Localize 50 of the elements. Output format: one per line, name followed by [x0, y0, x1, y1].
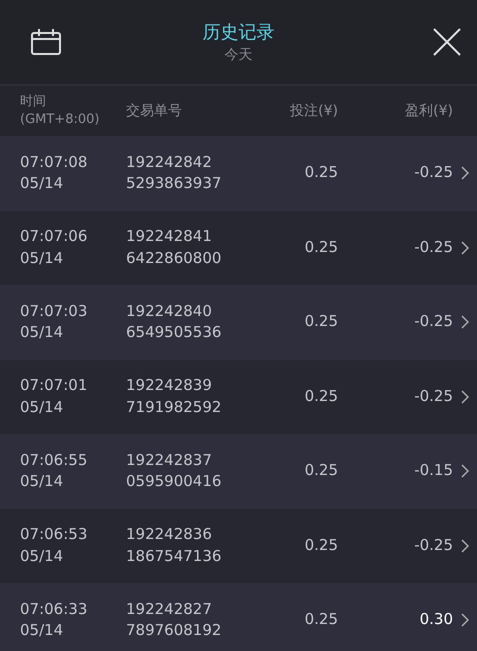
time-cell-text: 07:07:08 05/14 [20, 152, 88, 194]
stake-cell-text: 0.25 [304, 386, 338, 407]
history-row[interactable]: 07:07:01 05/14 192242839 7191982592 0.25 -0.25 [0, 360, 477, 434]
order-id-cell-text: 192242841 6422860800 [126, 226, 222, 269]
page-title: 历史记录 [202, 21, 274, 44]
chevron-right-icon [461, 613, 469, 628]
history-row[interactable]: 07:06:53 05/14 192242836 1867547136 0.25 -0.25 [0, 508, 477, 583]
profit-cell-text: -0.25 [413, 311, 453, 332]
stake-cell-text: 0.25 [304, 162, 338, 184]
order-id-cell-text: 192242837 0595900416 [126, 450, 222, 492]
order-id-cell-text: 192242836 1867547136 [126, 524, 222, 567]
profit-cell-text: -0.15 [413, 460, 453, 482]
time-cell-text: 07:07:01 05/14 [20, 375, 88, 418]
chevron-right-icon [461, 390, 469, 404]
chevron-right-icon [461, 166, 469, 180]
column-header: 时间 (GMT+8:00) [20, 93, 100, 129]
order-id-cell-text: 192242827 7897608192 [126, 598, 222, 642]
column-header: 盈利(¥) [404, 102, 453, 120]
time-cell-text: 07:06:55 05/14 [20, 450, 88, 492]
stake-cell-text: 0.25 [304, 236, 338, 258]
history-row[interactable]: 07:07:08 05/14 192242842 5293863937 0.25 -0.25 [0, 136, 477, 210]
date-filter-label: 今天 [224, 46, 252, 64]
order-id-cell-text: 192242840 6549505536 [126, 300, 222, 344]
close-icon[interactable] [433, 28, 461, 56]
history-row[interactable]: 07:06:33 05/14 192242827 7897608192 0.25 0.30 [0, 583, 477, 651]
profit-cell-text: 0.30 [418, 609, 453, 630]
profit-cell-text: -0.25 [413, 162, 453, 184]
time-cell-text: 07:07:06 05/14 [20, 226, 88, 269]
column-header: 交易单号 [126, 102, 183, 120]
stake-cell-text: 0.25 [304, 609, 338, 630]
profit-cell-text: -0.25 [413, 236, 453, 258]
history-row[interactable]: 07:07:06 05/14 192242841 6422860800 0.25 -0.25 [0, 210, 477, 285]
time-cell-text: 07:06:33 05/14 [20, 598, 88, 642]
chevron-right-icon [461, 315, 469, 330]
column-header: 投注(¥) [289, 102, 338, 120]
time-cell-text: 07:07:03 05/14 [20, 300, 88, 344]
stake-cell-text: 0.25 [304, 534, 338, 556]
stake-cell-text: 0.25 [304, 460, 338, 482]
order-id-cell-text: 192242839 7191982592 [126, 375, 222, 418]
chevron-right-icon [461, 240, 469, 255]
chevron-right-icon [461, 464, 469, 478]
calendar-icon[interactable] [30, 28, 62, 56]
profit-cell-text: -0.25 [413, 386, 453, 407]
time-cell-text: 07:06:53 05/14 [20, 524, 88, 567]
history-row[interactable]: 07:06:55 05/14 192242837 0595900416 0.25 -0.15 [0, 434, 477, 508]
history-row[interactable]: 07:07:03 05/14 192242840 6549505536 0.25 -0.25 [0, 285, 477, 360]
chevron-right-icon [461, 538, 469, 553]
profit-cell-text: -0.25 [413, 534, 453, 556]
stake-cell-text: 0.25 [304, 311, 338, 332]
order-id-cell-text: 192242842 5293863937 [126, 152, 222, 194]
